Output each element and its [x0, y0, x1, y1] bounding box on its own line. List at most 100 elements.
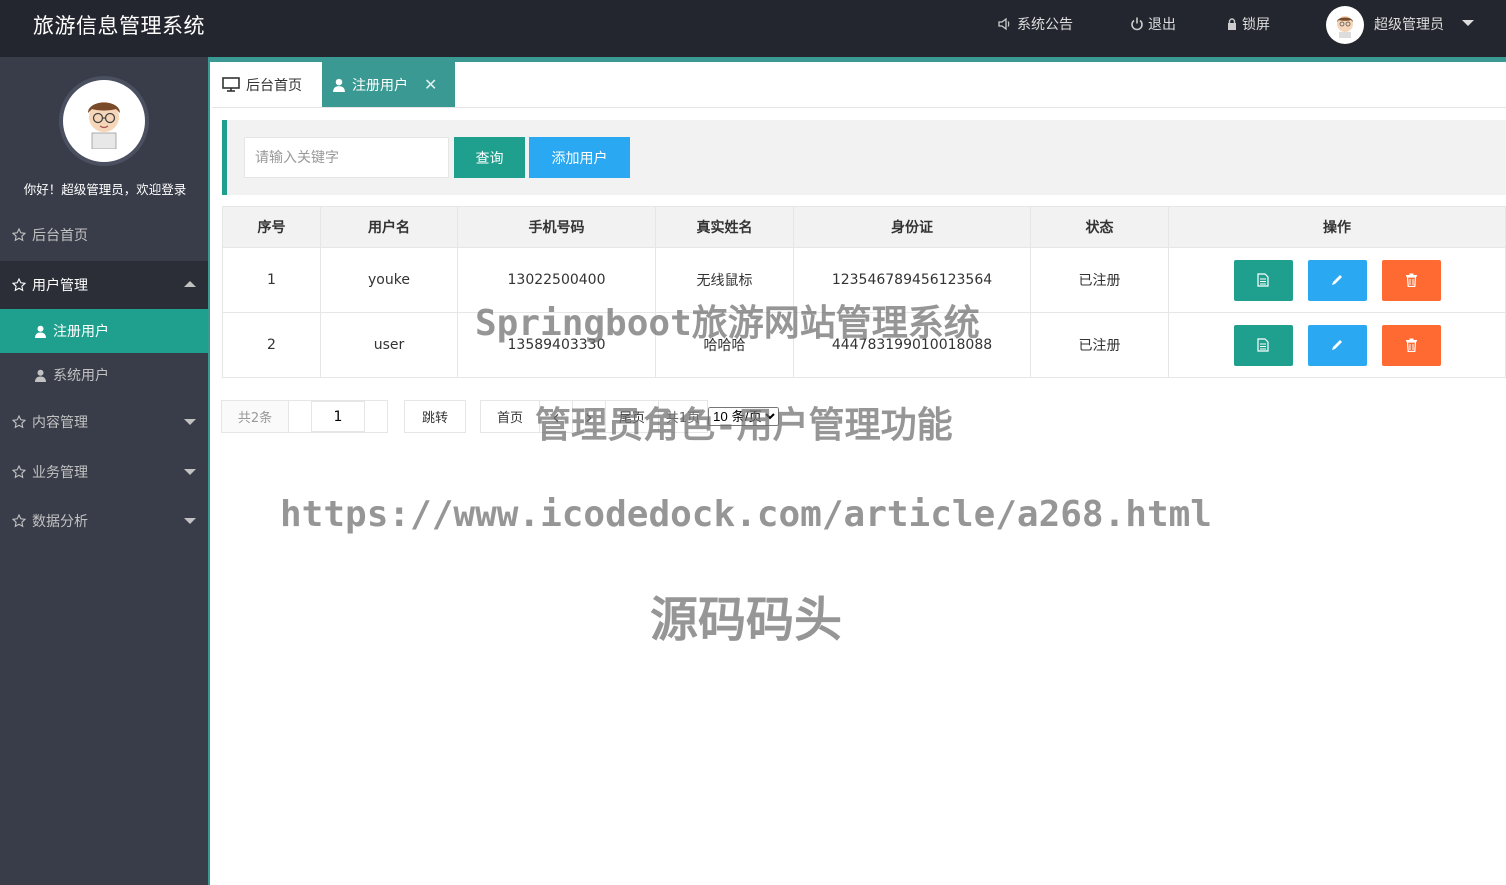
record-count: 共2条: [221, 400, 289, 433]
tab-label: 后台首页: [246, 77, 302, 94]
delete-button[interactable]: [1381, 259, 1441, 301]
lock-icon: [1228, 18, 1236, 30]
speaker-icon: [998, 17, 1010, 31]
sidebar-item-label: 系统用户: [53, 368, 109, 384]
tab-label: 注册用户: [352, 77, 408, 94]
view-button[interactable]: [1233, 259, 1293, 301]
chevron-down-icon[interactable]: [1462, 20, 1474, 26]
sidebar-item-label: 业务管理: [32, 465, 88, 481]
cell-actions: [1168, 312, 1506, 378]
cell-actions: [1168, 247, 1506, 313]
page-input[interactable]: [311, 401, 365, 432]
sidebar-item-dashboard[interactable]: 后台首页: [0, 211, 208, 259]
table-row: 1 youke 13022500400 无线鼠标 123546789456123…: [222, 247, 1506, 313]
jump-button[interactable]: 跳转: [404, 400, 466, 433]
next-page-button[interactable]: ›: [572, 400, 606, 433]
last-page-button[interactable]: 尾页: [605, 400, 659, 433]
page-size-select[interactable]: 10 条/页: [708, 407, 779, 426]
logout-link[interactable]: 退出: [1130, 14, 1176, 34]
search-input[interactable]: [244, 137, 449, 178]
lock-label: 锁屏: [1242, 17, 1270, 33]
header-user-name[interactable]: 超级管理员: [1374, 14, 1444, 34]
cell-no: 2: [222, 312, 321, 378]
watermark-text: https://www.icodedock.com/article/a268.h…: [280, 494, 1212, 535]
document-icon: [1257, 338, 1269, 352]
tab-registered-users[interactable]: 注册用户 ✕: [322, 62, 455, 107]
cell-no: 1: [222, 247, 321, 313]
chevron-left-icon: ‹: [552, 404, 560, 429]
users-table: 序号 用户名 手机号码 真实姓名 身份证 状态 操作 1 youke 13022…: [222, 206, 1506, 378]
lock-screen-link[interactable]: 锁屏: [1226, 14, 1270, 34]
star-icon: [12, 228, 26, 242]
prev-page-button[interactable]: ‹: [539, 400, 573, 433]
star-icon: [12, 415, 26, 429]
column-header: 身份证: [793, 206, 1031, 248]
chevron-down-icon: [184, 469, 196, 475]
header-avatar[interactable]: [1326, 6, 1364, 44]
announcement-label: 系统公告: [1017, 17, 1073, 33]
sidebar-item-label: 注册用户: [53, 324, 109, 340]
view-button[interactable]: [1233, 324, 1293, 366]
table-row: 2 user 13589403330 哈哈哈 44478319901001808…: [222, 312, 1506, 378]
sidebar: 你好！超级管理员，欢迎登录 后台首页 用户管理 注册用户 系统用户 内容管理 业…: [0, 57, 210, 885]
delete-button[interactable]: [1381, 324, 1441, 366]
close-icon[interactable]: ✕: [424, 75, 437, 94]
star-icon: [12, 465, 26, 479]
avatar-icon: [1337, 16, 1353, 38]
cell-phone: 13589403330: [457, 312, 656, 378]
sidebar-avatar: [59, 76, 149, 166]
chevron-down-icon: [184, 518, 196, 524]
first-page-button[interactable]: 首页: [480, 400, 540, 433]
user-icon: [35, 325, 46, 338]
chevron-down-icon: [184, 419, 196, 425]
column-header: 真实姓名: [655, 206, 794, 248]
star-icon: [12, 514, 26, 528]
column-header: 状态: [1030, 206, 1169, 248]
trash-icon: [1405, 338, 1417, 352]
sidebar-item-business-management[interactable]: 业务管理: [0, 448, 208, 496]
logout-label: 退出: [1148, 17, 1176, 33]
star-icon: [12, 278, 26, 292]
chevron-right-icon: ›: [585, 404, 593, 429]
column-header: 操作: [1168, 206, 1506, 248]
edit-button[interactable]: [1307, 259, 1367, 301]
cell-status: 已注册: [1030, 247, 1169, 313]
power-icon: [1131, 17, 1143, 31]
column-header: 用户名: [320, 206, 458, 248]
chevron-up-icon: [184, 281, 196, 287]
tab-dashboard[interactable]: 后台首页: [212, 62, 322, 107]
cell-phone: 13022500400: [457, 247, 656, 313]
user-icon: [333, 78, 345, 92]
sidebar-item-label: 用户管理: [32, 278, 88, 294]
pencil-icon: [1332, 340, 1342, 350]
user-icon: [35, 369, 46, 382]
pagination: 共2条 跳转 首页 ‹ › 尾页 共1页 10 条/页: [221, 400, 779, 433]
sidebar-item-data-analysis[interactable]: 数据分析: [0, 497, 208, 545]
page-input-wrap: [288, 400, 388, 433]
edit-button[interactable]: [1307, 324, 1367, 366]
sidebar-item-label: 后台首页: [32, 228, 88, 244]
sidebar-item-registered-users[interactable]: 注册用户: [0, 309, 208, 353]
sidebar-item-system-users[interactable]: 系统用户: [0, 353, 208, 397]
document-icon: [1257, 273, 1269, 287]
welcome-text: 你好！超级管理员，欢迎登录: [23, 182, 187, 197]
watermark-text: 源码码头: [650, 592, 843, 648]
cell-idcard: 123546789456123564: [793, 247, 1031, 313]
cell-username: youke: [320, 247, 458, 313]
cell-realname: 哈哈哈: [655, 312, 794, 378]
app-title: 旅游信息管理系统: [33, 14, 205, 38]
query-button[interactable]: 查询: [454, 137, 525, 178]
total-pages: 共1页: [658, 400, 708, 433]
add-user-button[interactable]: 添加用户: [529, 137, 630, 178]
cell-status: 已注册: [1030, 312, 1169, 378]
cell-idcard: 444783199010018088: [793, 312, 1031, 378]
tab-bar: 后台首页 注册用户 ✕: [212, 62, 1506, 108]
sidebar-item-content-management[interactable]: 内容管理: [0, 398, 208, 446]
sidebar-item-user-management[interactable]: 用户管理: [0, 261, 208, 309]
table-header-row: 序号 用户名 手机号码 真实姓名 身份证 状态 操作: [222, 206, 1506, 248]
announcement-link[interactable]: 系统公告: [997, 14, 1073, 34]
column-header: 序号: [222, 206, 321, 248]
pencil-icon: [1332, 275, 1342, 285]
top-header: 旅游信息管理系统 系统公告 退出 锁屏 超级管理员: [0, 0, 1506, 57]
column-header: 手机号码: [457, 206, 656, 248]
